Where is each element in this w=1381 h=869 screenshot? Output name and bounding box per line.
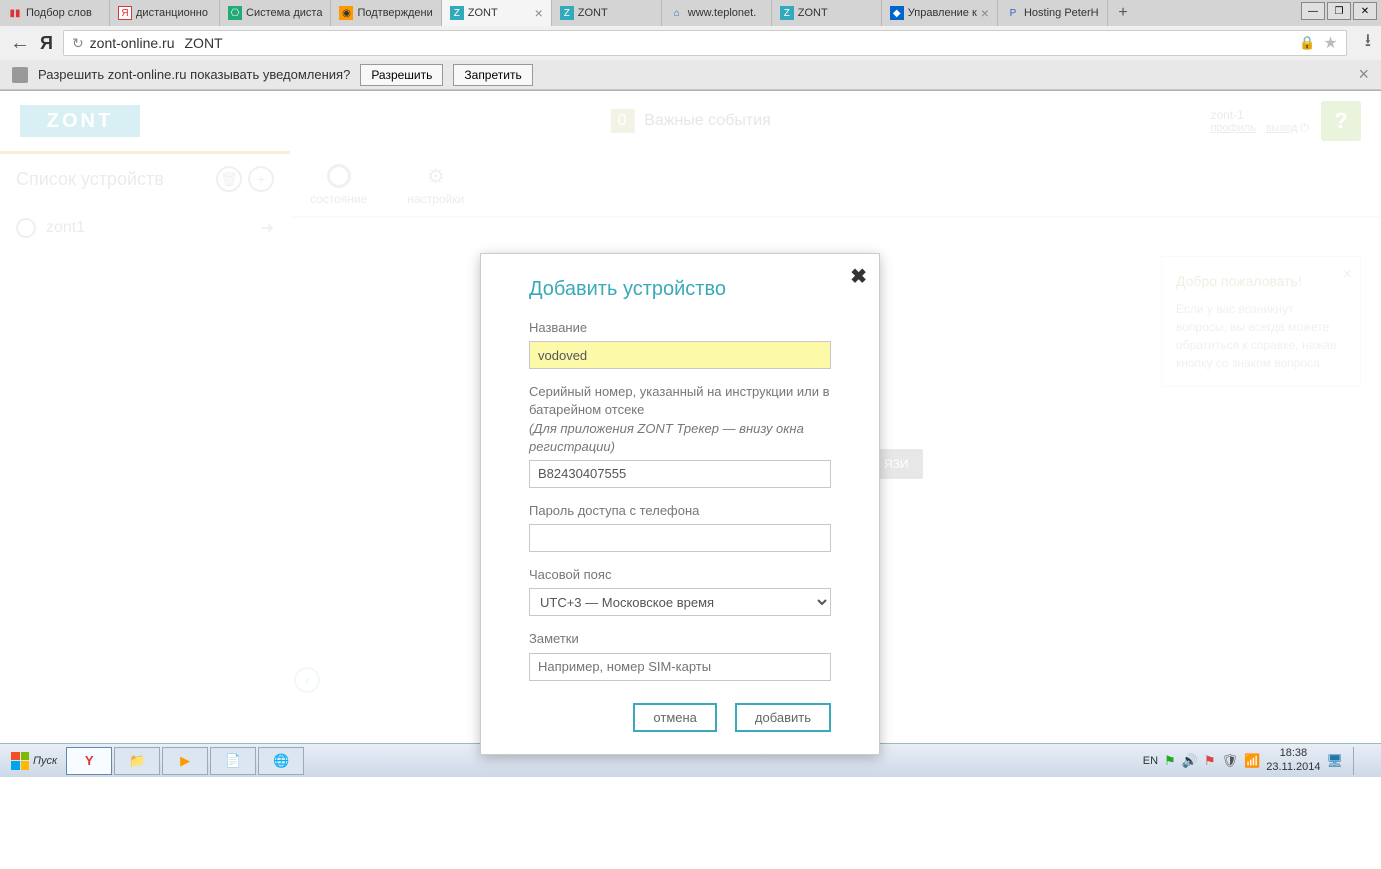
name-label: Название [529,319,831,337]
taskbar-app-explorer[interactable]: 📁 [114,747,160,775]
taskbar-app-notepad[interactable]: 📄 [210,747,256,775]
reload-icon[interactable]: ↻ [72,35,84,52]
taskbar-app-browser[interactable]: Y [66,747,112,775]
timezone-select[interactable]: UTC+3 — Московское время [529,588,831,616]
browser-tab[interactable]: Z ZONT [772,0,882,26]
maximize-button[interactable]: ❐ [1327,2,1351,20]
notification-text: Разрешить zont-online.ru показывать увед… [38,67,350,82]
serial-label: Серийный номер, указанный на инструкции … [529,383,831,456]
bookmark-star-icon[interactable]: ★ [1323,33,1337,53]
tab-label: Hosting PeterH [1024,7,1099,19]
system-tray: EN ⚑ 🔊 ⚑ 🛡 📶 18:38 23.11.2014 🖥 [1143,747,1377,775]
notification-close-icon[interactable]: × [1358,64,1369,85]
tab-favicon: Z [780,6,794,20]
deny-button[interactable]: Запретить [453,64,532,86]
notes-input[interactable] [529,653,831,681]
tray-shield-icon[interactable]: 🛡 [1222,753,1239,769]
browser-tab[interactable]: ▮▮ Подбор слов [0,0,110,26]
new-tab-button[interactable]: + [1108,0,1138,26]
clock-time: 18:38 [1266,747,1320,760]
tab-label: ZONT [578,7,608,19]
browser-tab-active[interactable]: Z ZONT × [442,0,552,26]
tray-monitor-icon[interactable]: 🖥 [1326,753,1343,769]
close-window-button[interactable]: ✕ [1353,2,1377,20]
browser-tab[interactable]: Ядистанционно [110,0,220,26]
minimize-button[interactable]: — [1301,2,1325,20]
tab-favicon: Z [560,6,574,20]
tab-label: www.teplonet. [688,7,756,19]
address-title: ZONT [185,35,223,51]
notification-icon [12,67,28,83]
tray-network-icon[interactable]: ⚑ [1204,753,1216,769]
serial-input[interactable] [529,460,831,488]
browser-chrome: ▮▮ Подбор слов Ядистанционно ⎔ Система дис… [0,0,1381,91]
tray-volume-icon[interactable]: 🔊 [1182,753,1198,769]
notification-bar: Разрешить zont-online.ru показывать увед… [0,60,1381,90]
allow-button[interactable]: Разрешить [360,64,443,86]
tab-label: Подбор слов [26,7,92,19]
tab-close-icon[interactable]: × [981,5,989,21]
browser-tab[interactable]: P Hosting PeterH [998,0,1108,26]
password-label: Пароль доступа с телефона [529,502,831,520]
password-input[interactable] [529,524,831,552]
tab-label: ZONT [798,7,828,19]
show-desktop-button[interactable] [1353,747,1371,775]
tab-favicon: ⌂ [670,6,684,20]
serial-label-hint: (Для приложения ZONT Трекер — внизу окна… [529,421,804,454]
tab-label: Управление к [908,7,977,19]
tab-favicon: ⎔ [228,6,242,20]
serial-label-main: Серийный номер, указанный на инструкции … [529,384,830,417]
browser-tab[interactable]: ◉ Подтверждени [331,0,441,26]
add-device-modal: ✖ Добавить устройство Название Серийный … [480,253,880,755]
tab-bar: ▮▮ Подбор слов Ядистанционно ⎔ Система дис… [0,0,1381,26]
tab-label: Подтверждени [357,7,432,19]
tab-favicon: Z [450,6,464,20]
tab-favicon: ◆ [890,6,904,20]
downloads-icon[interactable]: ⭳ [1365,28,1371,58]
tab-favicon: ◉ [339,6,353,20]
timezone-label: Часовой пояс [529,566,831,584]
windows-logo-icon [11,752,29,770]
browser-tab[interactable]: Z ZONT [552,0,662,26]
modal-close-icon[interactable]: ✖ [850,264,867,289]
taskbar-app-globe[interactable]: 🌐 [258,747,304,775]
browser-tab[interactable]: ◆ Управление к × [882,0,998,26]
submit-button[interactable]: добавить [735,703,831,732]
taskbar-app-media[interactable]: ▶ [162,747,208,775]
yandex-home-button[interactable]: Я [40,33,53,54]
device-name-input[interactable] [529,341,831,369]
lock-icon: 🔒 [1299,35,1315,51]
start-label: Пуск [33,755,57,767]
tab-label: Система диста [246,7,322,19]
address-bar[interactable]: ↻ zont-online.ru ZONT 🔒 ★ [63,30,1347,56]
tab-close-icon[interactable]: × [535,5,543,21]
nav-bar: ← Я ↻ zont-online.ru ZONT 🔒 ★ ⭳ [0,26,1381,60]
tab-favicon: ▮▮ [8,6,22,20]
browser-tab[interactable]: ⎔ Система диста [220,0,331,26]
tab-favicon: P [1006,6,1020,20]
clock-date: 23.11.2014 [1266,761,1320,774]
window-controls: — ❐ ✕ [1297,0,1381,26]
tab-label: ZONT [468,7,498,19]
tray-flag-icon[interactable]: ⚑ [1164,753,1176,769]
page-content: ZONT 0 Важные события zont-1 профиль · в… [0,91,1381,701]
tab-favicon: Я [118,6,132,20]
tab-label: дистанционно [136,7,208,19]
modal-title: Добавить устройство [529,278,831,301]
language-indicator[interactable]: EN [1143,755,1158,767]
cancel-button[interactable]: отмена [633,703,716,732]
back-button[interactable]: ← [10,32,30,55]
system-clock[interactable]: 18:38 23.11.2014 [1266,747,1320,773]
tray-signal-icon[interactable]: 📶 [1244,753,1260,769]
modal-actions: отмена добавить [529,703,831,732]
browser-tab[interactable]: ⌂ www.teplonet. [662,0,772,26]
start-button[interactable]: Пуск [4,749,64,773]
notes-label: Заметки [529,630,831,648]
address-host: zont-online.ru [90,35,175,51]
